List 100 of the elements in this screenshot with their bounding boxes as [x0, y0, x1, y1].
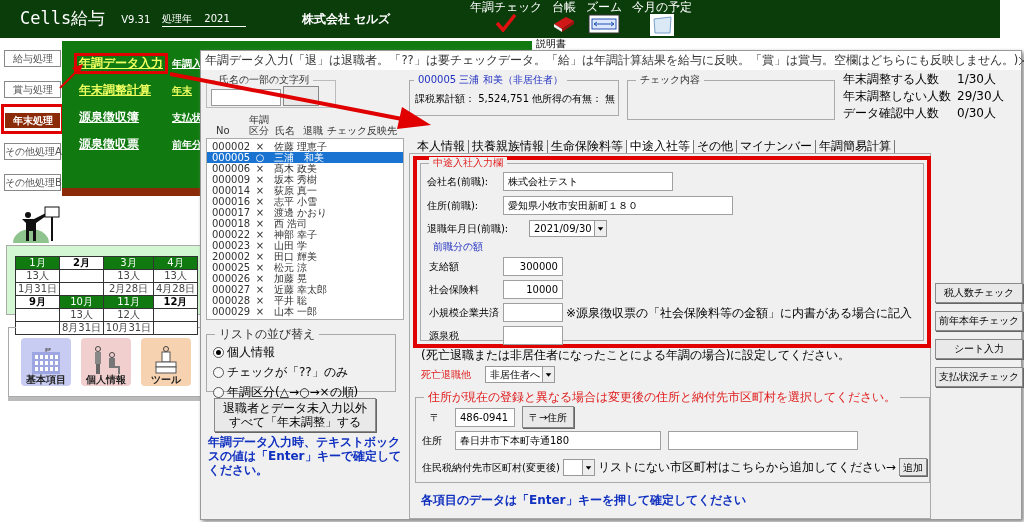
app-name: Cells給与: [20, 7, 106, 31]
employee-row[interactable]: 000009 × 坂本 秀樹: [207, 174, 403, 185]
side-button[interactable]: シート入力: [935, 339, 1023, 359]
bulk-adjust-button[interactable]: 退職者とデータ未入力以外すべて「年末調整」する: [214, 398, 376, 432]
city-label: 住民税納付先市区町村(変更後): [422, 460, 560, 475]
column-header: 退職: [303, 125, 324, 136]
employee-row[interactable]: 000006 × 髙木 政美: [207, 163, 403, 174]
toolbar-button[interactable]: 年調チェック: [469, 0, 542, 32]
radio-button[interactable]: [213, 366, 224, 378]
checkmark-icon: [494, 14, 517, 32]
calendar-cell: 12人: [104, 309, 154, 322]
left-note: 年調データ入力時、テキストボックスの値は「Enter」キーで確定してください。: [208, 435, 402, 477]
amount-field[interactable]: 10000: [503, 280, 563, 299]
menu-button[interactable]: 給与処理: [4, 50, 61, 67]
calendar-cell: 13人: [16, 270, 60, 283]
city-select[interactable]: [562, 458, 595, 476]
employee-row[interactable]: 000027 × 近藤 幸太郎: [207, 284, 403, 295]
presenter-drawing: [11, 203, 61, 243]
month-cell: 12月: [154, 296, 198, 309]
field-label: 社会保険料: [429, 283, 480, 297]
column-header: No: [216, 125, 231, 136]
caret-icon: [581, 459, 594, 475]
month-cell: 4月: [154, 257, 198, 270]
month-cell: 2月: [60, 257, 104, 270]
column-header: 反映先: [367, 125, 398, 136]
address-field[interactable]: 愛知県小牧市安田新町１８０: [503, 196, 733, 215]
death-select[interactable]: 非居住者へ: [485, 366, 555, 383]
address-label: 住所: [422, 434, 443, 448]
employee-row[interactable]: 200002 × 田口 輝美: [207, 251, 403, 262]
shortcut-button[interactable]: 個人情報: [81, 338, 131, 386]
menu-button[interactable]: 年末処理: [4, 112, 61, 129]
dialog-title: 年調データ入力(「退」は退職者。「??」は要チェックデータ。「給」は年調計算結果を給与に反映。「賞」は賞与。空欄はどちらにも反映しません。): [205, 51, 1019, 69]
caret-icon: [542, 367, 554, 382]
employee-row[interactable]: 000025 × 松元 涼: [207, 262, 403, 273]
radio-label: 個人情報: [227, 345, 275, 359]
toolbar-button[interactable]: ズーム: [585, 0, 622, 34]
tab[interactable]: 本人情報: [414, 140, 469, 153]
employee-row[interactable]: 000029 × 山本 一郎: [207, 306, 403, 317]
calendar-cell: 1月31日: [16, 283, 60, 296]
menu-button[interactable]: 賞与処理: [4, 81, 61, 98]
menu-link[interactable]: 前年分: [172, 137, 202, 152]
menu-link[interactable]: 源泉徴収簿: [79, 110, 139, 125]
add-button[interactable]: 追加: [898, 458, 927, 476]
book-icon: [551, 14, 576, 32]
count-label: データ確認中人数: [843, 106, 940, 120]
count-value: 1/30人: [957, 72, 996, 86]
company-name: 株式会社 セルズ: [301, 11, 390, 28]
amount-field[interactable]: 300000: [503, 257, 563, 276]
menu-link[interactable]: 年末調整計算: [79, 83, 151, 98]
field-label: 源泉税: [429, 329, 460, 343]
calendar-cell: [154, 309, 198, 322]
field-label: 支給額: [429, 260, 460, 274]
calendar-cell: 2月28日: [104, 283, 154, 296]
employee-row[interactable]: 000018 × 西 浩司: [207, 218, 403, 229]
amount-field[interactable]: [503, 303, 563, 322]
field-label: 住所(前職):: [427, 199, 480, 213]
tab[interactable]: その他: [694, 140, 737, 153]
bottom-note: 各項目のデータは「Enter」キーを押して確定してください: [421, 492, 747, 509]
employee-row[interactable]: 000017 × 渡邊 かおり: [207, 207, 403, 218]
employee-row[interactable]: 000022 × 神部 幸子: [207, 229, 403, 240]
company-field[interactable]: 株式会社テスト: [503, 172, 673, 191]
employee-row[interactable]: 000005 ○ 三浦 和美: [207, 152, 403, 163]
side-button[interactable]: 税人数チェック: [935, 283, 1023, 303]
tab[interactable]: マイナンバー: [737, 140, 816, 153]
side-button[interactable]: 支払状況チェック: [935, 367, 1023, 387]
employee-row[interactable]: 000028 × 平井 聡: [207, 295, 403, 306]
shortcut-button[interactable]: 基本項目: [21, 338, 71, 386]
tab[interactable]: 中途入社等: [627, 140, 694, 153]
date-select[interactable]: 2021/09/30: [529, 220, 607, 237]
toolbar-button[interactable]: 台帳: [551, 0, 576, 32]
field-label: 退職年月日(前職):: [427, 222, 510, 236]
employee-row[interactable]: 000026 × 加藤 晃: [207, 273, 403, 284]
radio-button[interactable]: [213, 386, 224, 398]
tab[interactable]: 年調簡易計算: [816, 140, 895, 153]
zip-lookup-button[interactable]: 〒→住所: [522, 406, 575, 428]
side-button[interactable]: 前年本年チェック: [935, 311, 1023, 331]
month-cell: 3月: [104, 257, 154, 270]
address-field[interactable]: [668, 431, 858, 450]
employee-row[interactable]: 000023 × 山田 学: [207, 240, 403, 251]
count-value: 29/30人: [957, 89, 1004, 103]
employee-row[interactable]: 000014 × 荻原 真一: [207, 185, 403, 196]
menu-link[interactable]: 源泉徴収票: [79, 137, 139, 152]
tab[interactable]: 扶養親族情報: [469, 140, 548, 153]
address-field[interactable]: 春日井市下本町寺通180: [455, 431, 661, 450]
toolbar-button[interactable]: 今月の予定: [631, 0, 692, 36]
version: V9.31: [121, 12, 151, 27]
employee-info: 課税累計額： 5,524,751 他所得の有無： 無: [415, 93, 617, 105]
calendar-cell: 13人: [60, 309, 104, 322]
radio-button[interactable]: [213, 346, 224, 358]
zip-field[interactable]: 486-0941: [455, 407, 515, 427]
calendar-cell: [60, 283, 104, 296]
field-label: 会社名(前職):: [427, 175, 490, 189]
field-label: 小規模企業共済: [429, 306, 500, 320]
amount-field[interactable]: [503, 326, 563, 345]
shortcut-button[interactable]: ツール: [141, 338, 191, 386]
menu-link[interactable]: 年調データ入力: [79, 56, 163, 71]
employee-row[interactable]: 000002 × 佐藤 理恵子: [207, 141, 403, 152]
menu-link[interactable]: 年末: [172, 83, 192, 98]
death-label: 死亡退職他: [421, 368, 472, 382]
employee-row[interactable]: 000016 × 志平 小雪: [207, 196, 403, 207]
